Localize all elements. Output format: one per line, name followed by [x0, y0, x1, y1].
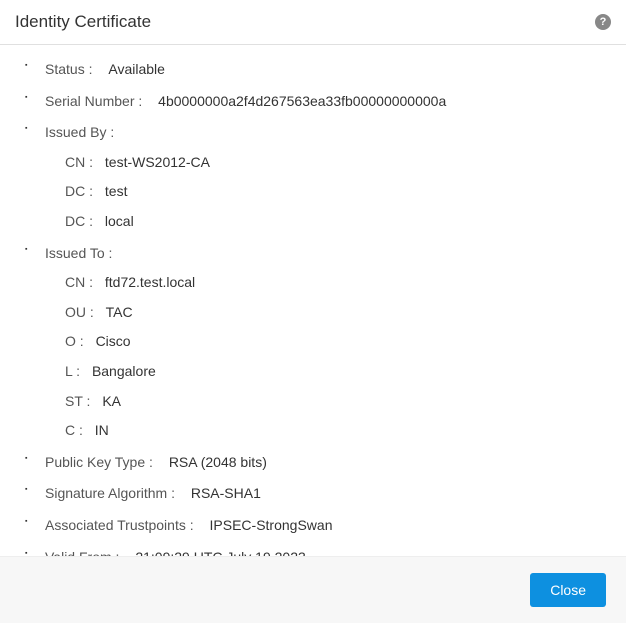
issued-to-o-value: Cisco	[96, 333, 131, 349]
row-issued-by: Issued By : CN : test-WS2012-CA DC : tes…	[25, 123, 606, 231]
issued-by-item: DC : test	[65, 182, 606, 202]
issued-by-dc2-value: local	[105, 213, 134, 229]
issued-by-sublist: CN : test-WS2012-CA DC : test DC : local	[45, 153, 606, 232]
associated-trustpoints-value: IPSEC-StrongSwan	[210, 517, 333, 533]
row-status: Status : Available	[25, 60, 606, 80]
serial-number-label: Serial Number :	[45, 93, 142, 109]
issued-to-label: Issued To :	[45, 245, 112, 261]
issued-by-cn-label: CN :	[65, 154, 93, 170]
status-label: Status :	[45, 61, 92, 77]
dialog-footer: Close	[0, 556, 626, 623]
issued-by-dc2-label: DC :	[65, 213, 93, 229]
issued-to-ou-label: OU :	[65, 304, 94, 320]
issued-by-item: CN : test-WS2012-CA	[65, 153, 606, 173]
row-issued-to: Issued To : CN : ftd72.test.local OU : T…	[25, 244, 606, 441]
issued-to-item: C : IN	[65, 421, 606, 441]
issued-to-c-label: C :	[65, 422, 83, 438]
signature-algorithm-label: Signature Algorithm :	[45, 485, 175, 501]
issued-to-item: CN : ftd72.test.local	[65, 273, 606, 293]
public-key-type-value: RSA (2048 bits)	[169, 454, 267, 470]
issued-by-label: Issued By :	[45, 124, 114, 140]
issued-to-item: O : Cisco	[65, 332, 606, 352]
issued-to-item: OU : TAC	[65, 303, 606, 323]
signature-algorithm-value: RSA-SHA1	[191, 485, 261, 501]
issued-to-item: ST : KA	[65, 392, 606, 412]
issued-by-dc1-value: test	[105, 183, 128, 199]
issued-to-l-label: L :	[65, 363, 80, 379]
dialog-title: Identity Certificate	[15, 12, 151, 32]
row-associated-trustpoints: Associated Trustpoints : IPSEC-StrongSwa…	[25, 516, 606, 536]
associated-trustpoints-label: Associated Trustpoints :	[45, 517, 194, 533]
issued-to-o-label: O :	[65, 333, 84, 349]
status-value: Available	[108, 61, 165, 77]
certificate-details-list: Status : Available Serial Number : 4b000…	[25, 60, 606, 556]
issued-to-cn-label: CN :	[65, 274, 93, 290]
issued-by-dc1-label: DC :	[65, 183, 93, 199]
content-area: Status : Available Serial Number : 4b000…	[0, 45, 626, 556]
row-public-key-type: Public Key Type : RSA (2048 bits)	[25, 453, 606, 473]
issued-by-item: DC : local	[65, 212, 606, 232]
row-signature-algorithm: Signature Algorithm : RSA-SHA1	[25, 484, 606, 504]
issued-to-sublist: CN : ftd72.test.local OU : TAC O : Cisco…	[45, 273, 606, 441]
valid-from-label: Valid From :	[45, 549, 119, 557]
issued-to-st-value: KA	[102, 393, 121, 409]
row-serial-number: Serial Number : 4b0000000a2f4d267563ea33…	[25, 92, 606, 112]
serial-number-value: 4b0000000a2f4d267563ea33fb00000000000a	[158, 93, 446, 109]
issued-to-c-value: IN	[95, 422, 109, 438]
issued-to-l-value: Bangalore	[92, 363, 156, 379]
public-key-type-label: Public Key Type :	[45, 454, 153, 470]
help-icon[interactable]: ?	[595, 14, 611, 30]
row-valid-from: Valid From : 21:09:29 UTC July 19 2023	[25, 548, 606, 557]
issued-to-cn-value: ftd72.test.local	[105, 274, 195, 290]
close-button[interactable]: Close	[530, 573, 606, 607]
dialog-header: Identity Certificate ?	[0, 0, 626, 45]
issued-to-item: L : Bangalore	[65, 362, 606, 382]
issued-by-cn-value: test-WS2012-CA	[105, 154, 210, 170]
issued-to-ou-value: TAC	[106, 304, 133, 320]
issued-to-st-label: ST :	[65, 393, 90, 409]
valid-from-value: 21:09:29 UTC July 19 2023	[135, 549, 305, 557]
